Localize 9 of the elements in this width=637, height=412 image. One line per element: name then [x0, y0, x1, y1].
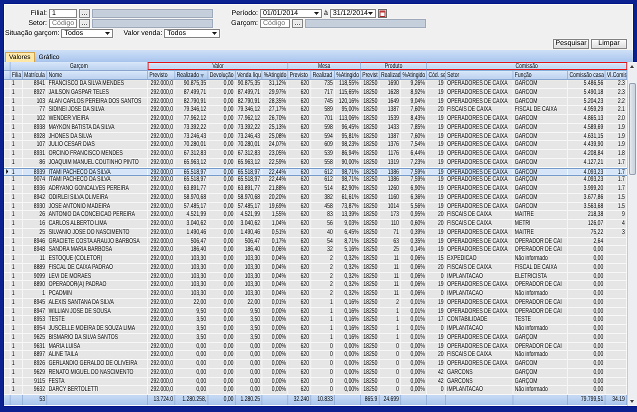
caret-icon	[368, 12, 373, 15]
row-pointer-icon	[6, 169, 8, 174]
caret-icon	[105, 32, 110, 35]
scroll-thumb[interactable]	[629, 83, 636, 175]
sort-icon	[200, 74, 204, 78]
scrollbar[interactable]	[627, 62, 637, 406]
caret-icon	[314, 12, 319, 15]
caret-icon	[212, 32, 218, 35]
calendar-icon[interactable]	[378, 9, 387, 18]
